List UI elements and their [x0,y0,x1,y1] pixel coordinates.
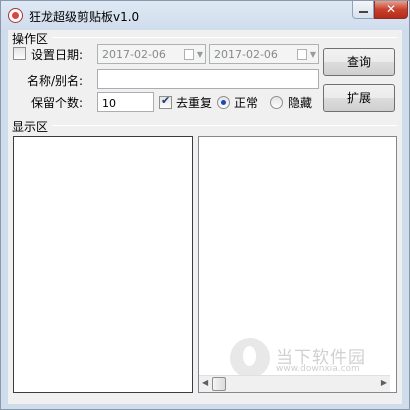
scroll-right-icon[interactable]: ▶ [381,378,387,387]
keep-count-input[interactable] [97,92,154,112]
client-area: 操作区 设置日期: 2017-02-06 ▼ 2017-02-06 ▼ 查询 名… [8,30,402,404]
app-window: 狂龙超级剪贴板v1.0 ✕ 操作区 设置日期: 2017-02-06 ▼ 201… [0,0,410,410]
date-to-value: 2017-02-06 [214,48,278,61]
date-from-value: 2017-02-06 [102,48,166,61]
watermark-logo-icon [230,338,270,378]
clip-list-pane[interactable] [13,136,193,393]
mode-hidden-label: 隐藏 [288,96,313,110]
name-alias-input[interactable] [97,69,319,89]
calendar-icon [184,49,194,60]
dedupe-label: 去重复 [176,96,213,110]
scroll-left-icon[interactable]: ◀ [202,378,208,387]
date-from-picker[interactable]: 2017-02-06 ▼ [97,44,206,64]
scroll-thumb[interactable] [212,377,226,391]
dedupe-checkbox[interactable] [159,94,172,109]
keep-count-label: 保留个数: [31,96,84,110]
mode-hidden-radio[interactable] [270,96,283,109]
chevron-down-icon: ▼ [196,50,203,59]
expand-button[interactable]: 扩展 [323,84,395,112]
display-group-divider [52,125,397,126]
calendar-icon [297,49,307,60]
chevron-down-icon: ▼ [309,50,316,59]
set-date-label: 设置日期: [31,48,84,62]
title-bar[interactable]: 狂龙超级剪贴板v1.0 ✕ [1,1,409,29]
watermark-url: www.downxia.com [276,364,360,374]
display-group-label: 显示区 [12,120,49,134]
close-button[interactable]: ✕ [374,1,408,19]
horizontal-scrollbar[interactable]: ◀ ▶ [199,375,390,392]
window-title: 狂龙超级剪贴板v1.0 [29,10,140,24]
name-alias-label: 名称/别名: [27,74,84,88]
ops-group-divider [52,37,397,38]
mode-normal-radio[interactable] [217,96,230,109]
ops-group-label: 操作区 [12,32,49,46]
app-logo-icon [8,8,23,23]
minimize-button[interactable] [352,1,374,19]
query-button[interactable]: 查询 [323,48,395,76]
date-to-picker[interactable]: 2017-02-06 ▼ [209,44,319,64]
set-date-checkbox[interactable] [13,47,26,60]
mode-normal-label: 正常 [234,96,259,110]
